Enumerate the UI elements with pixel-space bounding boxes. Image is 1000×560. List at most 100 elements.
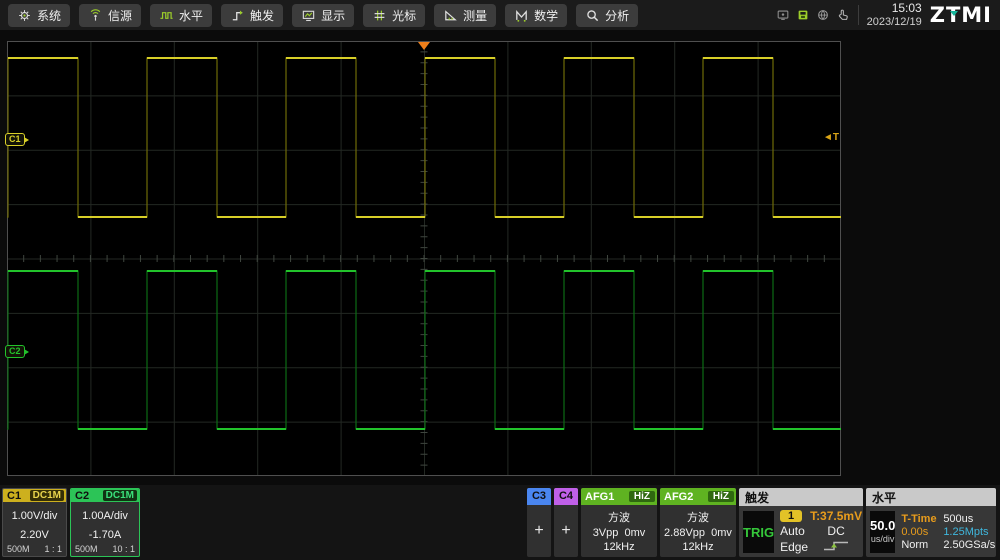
menu-button-trigger[interactable]: 触发 bbox=[221, 3, 284, 27]
menu-label-system: 系统 bbox=[37, 8, 62, 23]
sample-rate: 2.50GSa/s bbox=[943, 538, 996, 551]
t-time-value: 500us bbox=[943, 512, 974, 525]
channel-c2-scale: 1.00A/div bbox=[82, 510, 128, 522]
horizontal-panel-title: 水平 bbox=[866, 488, 996, 506]
afg1-settings: 方波 3Vpp 0mv 12kHz bbox=[581, 505, 657, 557]
afg2-amplitude: 2.88Vpp bbox=[664, 527, 706, 539]
touch-icon bbox=[838, 9, 848, 20]
trigger-level-marker[interactable]: ◄T bbox=[823, 132, 839, 143]
clock-time: 15:03 bbox=[891, 1, 922, 16]
afg2-impedance: HiZ bbox=[707, 491, 734, 502]
channel-c4-add-button[interactable]: + bbox=[554, 505, 578, 557]
trigger-status: TRIG bbox=[743, 511, 775, 553]
afg2-name: AFG2 bbox=[664, 490, 694, 503]
afg1-offset: 0mv bbox=[624, 527, 646, 539]
topbar-divider bbox=[857, 5, 859, 25]
menu-label-math: 数学 bbox=[534, 8, 559, 23]
channel-c2-bandwidth: 500M bbox=[75, 544, 98, 555]
channel-c2-coupling: DC1M bbox=[102, 490, 137, 501]
channel-c3-name: C3 bbox=[527, 488, 551, 505]
menu-label-cursor: 光标 bbox=[392, 8, 417, 23]
afg1-amplitude-offset: 3Vpp 0mv bbox=[581, 527, 657, 539]
trigger-mode: Auto bbox=[780, 524, 805, 538]
scope-screen: C1 C2 ◄T bbox=[0, 30, 1000, 485]
channel-c2-name: C2 bbox=[75, 489, 90, 502]
menu-button-group: 系统 信源 水平 触发 显示 光标 测量 数学 分析 bbox=[8, 3, 639, 27]
afg2-frequency: 12kHz bbox=[682, 541, 714, 553]
trigger-type: Edge bbox=[780, 540, 809, 554]
channel-c1-coupling: DC1M bbox=[29, 490, 64, 501]
channel-c1-header: C1 DC1M bbox=[3, 489, 66, 502]
channel-c2-offset: -1.70A bbox=[88, 528, 122, 541]
afg1-card[interactable]: AFG1 HiZ 方波 3Vpp 0mv 12kHz bbox=[581, 488, 657, 557]
trigger-settings: 1 T:37.5mV Auto DC Edge bbox=[780, 509, 862, 555]
horizontal-panel[interactable]: 水平 50.0 us/div T-Time 500us 0.00s 1.25Mp… bbox=[866, 488, 996, 557]
status-icon-group bbox=[776, 8, 850, 22]
trigger-position-marker[interactable] bbox=[418, 42, 430, 50]
afg1-impedance: HiZ bbox=[628, 491, 655, 502]
menu-label-horizontal: 水平 bbox=[179, 8, 204, 23]
channel-card-c3[interactable]: C3 + bbox=[527, 488, 551, 557]
scope-display: C1 C2 ◄T bbox=[5, 41, 841, 476]
afg1-waveform: 方波 bbox=[608, 512, 630, 524]
horizontal-settings: T-Time 500us 0.00s 1.25Mpts Norm 2.50GSa… bbox=[901, 513, 995, 551]
afg2-amplitude-offset: 2.88Vpp 0mv bbox=[660, 527, 736, 539]
trigger-level: T:37.5mV bbox=[810, 509, 863, 523]
menu-button-system[interactable]: 系统 bbox=[8, 3, 71, 27]
screen-icon bbox=[777, 10, 788, 20]
channel-c1-bandwidth: 500M bbox=[7, 544, 30, 555]
afg2-waveform: 方波 bbox=[687, 512, 709, 524]
menu-label-source: 信源 bbox=[108, 8, 133, 23]
afg1-name: AFG1 bbox=[585, 490, 615, 503]
menu-button-measure[interactable]: 测量 bbox=[434, 3, 497, 27]
logo-z: Z bbox=[929, 3, 946, 27]
channel-c3-add-button[interactable]: + bbox=[527, 505, 551, 557]
menu-button-horizontal[interactable]: 水平 bbox=[150, 3, 213, 27]
trigger-coupling: DC bbox=[827, 524, 845, 538]
trigger-panel[interactable]: 触发 TRIG 1 T:37.5mV Auto DC Edge bbox=[739, 488, 863, 557]
t-time-label: T-Time bbox=[901, 512, 937, 525]
memory-depth: 1.25Mpts bbox=[943, 525, 989, 538]
usb-icon bbox=[798, 10, 808, 20]
channel-c1-values: 1.00V/div 2.20V bbox=[3, 502, 66, 544]
delay-value: 0.00s bbox=[901, 525, 929, 538]
oscilloscope-app: 系统 信源 水平 触发 显示 光标 测量 数学 分析 15:03 2023/12/19 Z T MI… bbox=[0, 0, 1000, 560]
channel-c2-values: 1.00A/div -1.70A bbox=[71, 502, 139, 544]
channel-c2-header: C2 DC1M bbox=[71, 489, 139, 502]
channel-c1-offset: 2.20V bbox=[20, 528, 49, 541]
cursor-icon bbox=[374, 10, 385, 20]
channel-c2-probe: 10 : 1 bbox=[112, 544, 135, 555]
horizontal-icon bbox=[160, 11, 173, 19]
menu-button-math[interactable]: 数学 bbox=[505, 3, 568, 27]
clock: 15:03 2023/12/19 bbox=[867, 1, 922, 28]
afg1-amplitude: 3Vpp bbox=[592, 527, 619, 539]
channel-c4-name: C4 bbox=[554, 488, 578, 505]
channel-c1-name: C1 bbox=[7, 489, 22, 502]
menu-label-trigger: 触发 bbox=[250, 8, 275, 23]
math-icon bbox=[516, 9, 527, 22]
menu-button-display[interactable]: 显示 bbox=[292, 3, 355, 27]
top-menu-bar: 系统 信源 水平 触发 显示 光标 测量 数学 分析 15:03 2023/12/19 Z T MI bbox=[0, 0, 1000, 30]
logo-mi: MI bbox=[961, 3, 992, 27]
channel-c2-footer: 500M 10 : 1 bbox=[71, 544, 139, 556]
display-icon bbox=[302, 10, 315, 21]
channel-card-c2[interactable]: C2 DC1M 1.00A/div -1.70A 500M 10 : 1 bbox=[70, 488, 140, 557]
menu-label-analysis: 分析 bbox=[605, 8, 630, 23]
timebase-unit: us/div bbox=[870, 533, 895, 544]
menu-button-cursor[interactable]: 光标 bbox=[363, 3, 426, 27]
channel-card-c1[interactable]: C1 DC1M 1.00V/div 2.20V 500M 1 : 1 bbox=[2, 488, 67, 557]
gear-icon bbox=[19, 9, 30, 21]
channel-marker-c2[interactable]: C2 bbox=[5, 345, 28, 358]
menu-button-analysis[interactable]: 分析 bbox=[576, 3, 639, 27]
trigger-panel-body: TRIG 1 T:37.5mV Auto DC Edge bbox=[739, 506, 863, 557]
channel-card-c4[interactable]: C4 + bbox=[554, 488, 578, 557]
menu-label-measure: 测量 bbox=[463, 8, 488, 23]
analysis-icon bbox=[587, 9, 599, 21]
topbar-right: 15:03 2023/12/19 Z T MI bbox=[776, 1, 992, 28]
channel-c1-scale: 1.00V/div bbox=[11, 510, 58, 522]
afg2-card[interactable]: AFG2 HiZ 方波 2.88Vpp 0mv 12kHz bbox=[660, 488, 736, 557]
trigger-panel-title: 触发 bbox=[739, 488, 863, 506]
channel-marker-c1[interactable]: C1 bbox=[5, 133, 28, 146]
menu-button-source[interactable]: 信源 bbox=[79, 3, 142, 27]
afg2-offset: 0mv bbox=[711, 527, 732, 539]
